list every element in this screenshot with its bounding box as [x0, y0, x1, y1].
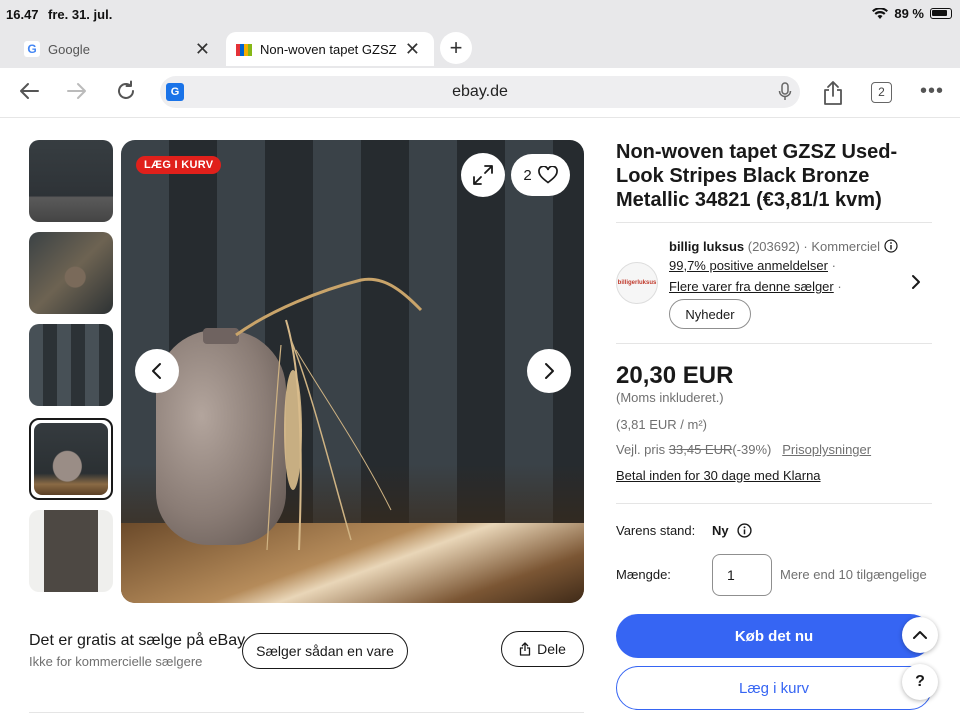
info-icon[interactable] — [737, 523, 752, 538]
product-main-image[interactable] — [121, 140, 584, 603]
add-to-cart-badge: LÆG I KURV — [136, 156, 222, 174]
scroll-to-top-button[interactable] — [902, 617, 938, 653]
rrp-line: Vejl. pris 33,45 EUR(-39%) Prisoplysning… — [616, 442, 871, 457]
thumbnail-1[interactable] — [29, 140, 113, 222]
more-items-label[interactable]: Flere varer fra denne sælger — [669, 279, 834, 294]
divider — [616, 503, 932, 504]
close-tab-icon[interactable]: ✕ — [405, 39, 420, 60]
status-date: fre. 31. jul. — [48, 7, 113, 22]
next-image-button[interactable] — [527, 349, 571, 393]
follow-seller-button[interactable]: Nyheder — [669, 299, 751, 329]
seller-info[interactable]: billig luksus (203692) · Kommerciel — [669, 239, 898, 254]
forward-arrow-icon[interactable] — [66, 80, 88, 102]
help-button[interactable]: ? — [902, 664, 938, 700]
chevron-right-icon[interactable] — [911, 274, 921, 290]
thumbnail-5[interactable] — [29, 510, 113, 592]
browser-toolbar: G ebay.de — [0, 68, 960, 118]
rrp-label: Vejl. pris — [616, 442, 666, 457]
vat-note: (Moms inkluderet.) — [616, 390, 724, 405]
close-tab-icon[interactable]: ✕ — [195, 39, 210, 60]
condition-label: Varens stand: — [616, 523, 696, 538]
divider — [29, 712, 584, 713]
availability: Mere end 10 tilgængelige — [780, 567, 927, 582]
reload-icon[interactable] — [115, 80, 137, 102]
product-title: Non-woven tapet GZSZ Used-Look Stripes B… — [616, 141, 898, 211]
thumbnail-2[interactable] — [29, 232, 113, 314]
google-icon: G — [24, 41, 40, 57]
status-time: 16.47 — [6, 7, 39, 22]
heart-icon — [537, 166, 558, 184]
quantity-label: Mængde: — [616, 567, 671, 582]
klarna-link[interactable]: Betal inden for 30 dage med Klarna — [616, 468, 821, 483]
seller-logo[interactable]: billigerluksus — [616, 262, 658, 304]
previous-image-button[interactable] — [135, 349, 179, 393]
seller-type: · Kommerciel — [803, 239, 880, 254]
price: 20,30 EUR — [616, 362, 734, 389]
seller-more-items-link[interactable]: Flere varer fra denne sælger · — [669, 279, 842, 294]
wifi-icon — [872, 7, 889, 19]
positive-feedback[interactable]: 99,7% positive anmeldelser — [669, 258, 828, 273]
ebay-favicon-icon — [236, 41, 252, 57]
back-arrow-icon[interactable] — [18, 80, 40, 102]
share-label: Dele — [537, 641, 566, 657]
tab-bar: G Google ✕ Non-woven tapet GZSZ ✕ — [0, 28, 960, 68]
price-info-link[interactable]: Prisoplysninger — [782, 442, 871, 457]
rrp-value: 33,45 EUR — [668, 442, 733, 457]
expand-image-button[interactable] — [461, 153, 505, 197]
wheat-stalks-image — [235, 277, 423, 551]
discount: (-39%) — [732, 442, 772, 457]
tab-google[interactable]: G Google ✕ — [14, 32, 224, 66]
expand-icon — [473, 165, 493, 185]
buy-now-button[interactable]: Køb det nu — [616, 614, 932, 658]
more-options-icon[interactable]: ••• — [920, 80, 944, 103]
watch-button[interactable]: 2 — [511, 154, 570, 196]
url-text: ebay.de — [452, 83, 508, 100]
divider — [616, 343, 932, 344]
battery-icon — [930, 8, 952, 19]
chevron-right-icon — [545, 363, 554, 379]
chevron-up-icon — [913, 631, 927, 639]
info-icon[interactable] — [884, 239, 898, 253]
quantity-input[interactable]: 1 — [712, 554, 772, 596]
watch-count: 2 — [523, 166, 532, 184]
share-icon — [519, 642, 531, 656]
new-tab-button[interactable]: + — [440, 32, 472, 64]
address-bar[interactable]: G ebay.de — [160, 76, 800, 108]
tab-label: Non-woven tapet GZSZ — [260, 41, 397, 57]
status-bar: 16.47 fre. 31. jul. 89 % — [0, 0, 960, 28]
chevron-left-icon — [152, 363, 161, 379]
seller-feedback-link[interactable]: 99,7% positive anmeldelser · — [669, 258, 836, 273]
seller-rating-count: (203692) — [747, 239, 800, 254]
unit-price: (3,81 EUR / m²) — [616, 417, 708, 432]
microphone-icon[interactable] — [778, 82, 792, 102]
sell-like-this-button[interactable]: Sælger sådan en vare — [242, 633, 408, 669]
seller-name: billig luksus — [669, 239, 745, 254]
sell-promo-subtitle: Ikke for kommercielle sælgere — [29, 654, 203, 669]
thumbnail-4-selected[interactable] — [29, 418, 113, 500]
battery-percent: 89 % — [894, 6, 924, 21]
share-icon[interactable] — [822, 80, 844, 106]
add-to-cart-button[interactable]: Læg i kurv — [616, 666, 932, 710]
sell-promo-title: Det er gratis at sælge på eBay — [29, 632, 246, 649]
tab-ebay-product[interactable]: Non-woven tapet GZSZ ✕ — [226, 32, 434, 66]
tab-label: Google — [48, 41, 90, 57]
divider — [616, 222, 932, 223]
condition-value: Ny — [712, 523, 729, 538]
share-button[interactable]: Dele — [501, 631, 584, 667]
tab-overview-button[interactable]: 2 — [871, 82, 892, 103]
thumbnail-3[interactable] — [29, 324, 113, 406]
